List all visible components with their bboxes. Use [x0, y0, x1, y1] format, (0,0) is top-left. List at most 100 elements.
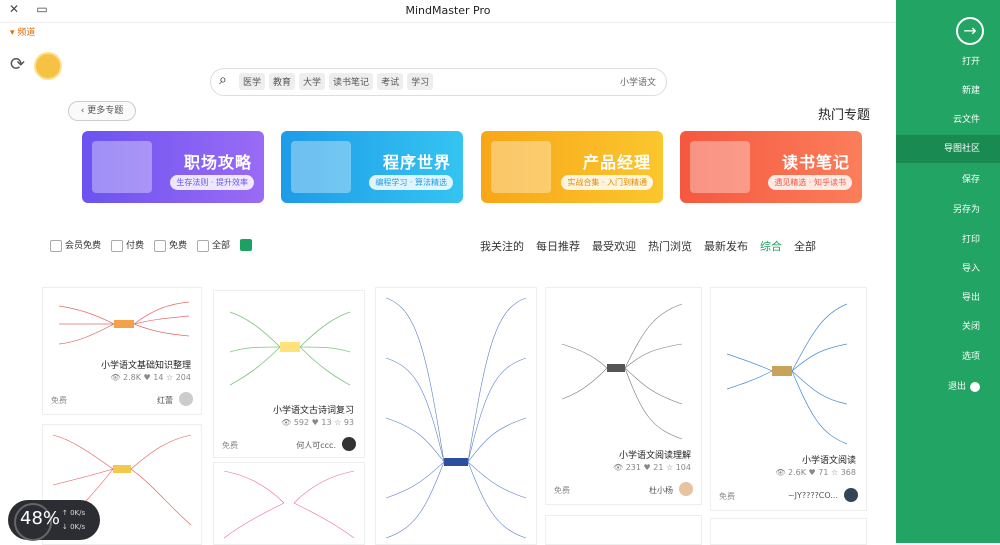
refresh-icon[interactable]: ⟳: [10, 54, 25, 75]
sidebar-item-save[interactable]: 保存: [896, 166, 1000, 194]
sidebar-item-options[interactable]: 选项: [896, 343, 1000, 371]
views-count: 2.6K: [788, 468, 806, 477]
sidebar-item-exit[interactable]: 退出: [896, 373, 1000, 401]
checkbox-checked[interactable]: [240, 238, 253, 251]
filter-member-free[interactable]: 会员免费: [50, 238, 101, 252]
author-avatar: [342, 437, 356, 451]
sidebar-item-import[interactable]: 导入: [896, 255, 1000, 283]
search-bar[interactable]: ⌕ 医学 教育 大学 读书笔记 考试 学习 小学语文: [210, 68, 667, 96]
views-count: 592: [293, 418, 310, 427]
banner-title: 程序世界: [382, 153, 451, 172]
banner-illustration: [491, 141, 551, 193]
filter-label: 全部: [212, 241, 231, 251]
author-name[interactable]: 杜小杨: [649, 485, 673, 496]
banner-reading[interactable]: 读书笔记 遇见精选 · 知乎读书: [680, 131, 862, 203]
price-label: 免费: [222, 441, 238, 450]
price-label: 免费: [51, 396, 67, 405]
checkbox[interactable]: [111, 239, 124, 252]
template-card[interactable]: 小学语文古诗词复习 👁 592 ♥ 13 ☆ 93 何人可ccc. 免费: [213, 290, 365, 458]
tab-comprehensive[interactable]: 综合: [760, 238, 782, 254]
tab-hot[interactable]: 热门浏览: [648, 238, 692, 254]
checkbox[interactable]: [197, 239, 210, 252]
search-tag[interactable]: 学习: [407, 73, 434, 90]
banner-title: 产品经理: [582, 153, 651, 172]
card-title: 小学语文阅读理解: [618, 451, 691, 461]
title-bar: ✕ ▭ MindMaster Pro: [0, 0, 896, 23]
usage-percent: 48%: [20, 508, 61, 529]
views-count: 231: [625, 463, 641, 472]
author-avatar: [179, 392, 193, 406]
card-title: 小学语文阅读: [801, 456, 856, 466]
checkbox[interactable]: [154, 239, 167, 252]
banner-subtitle: 生存法则 · 提升效率: [170, 175, 254, 190]
card-title: 小学语文基础知识整理: [100, 361, 191, 371]
tab-latest[interactable]: 最新发布: [704, 238, 748, 254]
sidebar-item-export[interactable]: 导出: [896, 284, 1000, 312]
template-card[interactable]: 小学语文阅读 👁 2.6K ♥ 71 ☆ 368 ~JY????CO... 免费: [710, 287, 867, 511]
search-icon[interactable]: ⌕: [219, 72, 227, 88]
favs-count: 204: [175, 373, 191, 382]
banner-subtitle: 遇见精选 · 知乎读书: [768, 175, 852, 190]
tab-following[interactable]: 我关注的: [480, 238, 524, 254]
channel-bar: ▾ 频道: [0, 22, 896, 40]
tab-daily[interactable]: 每日推荐: [536, 238, 580, 254]
sidebar-item-community[interactable]: 导图社区: [896, 135, 1000, 163]
avatar[interactable]: [34, 52, 62, 80]
card-stats: 👁 2.8K ♥ 14 ☆ 204: [110, 373, 191, 382]
author-name[interactable]: ~JY????CO...: [788, 491, 838, 500]
author-name[interactable]: 何人可ccc.: [296, 440, 336, 451]
tab-popular[interactable]: 最受欢迎: [592, 238, 636, 254]
template-card[interactable]: [213, 462, 365, 545]
category-tabs: 我关注的 每日推荐 最受欢迎 热门浏览 最新发布 综合 全部: [480, 238, 816, 254]
tab-all[interactable]: 全部: [794, 238, 816, 254]
template-card[interactable]: 小学语文基础知识整理 👁 2.8K ♥ 14 ☆ 204 红蕾 免费: [42, 287, 202, 415]
template-card[interactable]: [545, 515, 702, 545]
checkbox[interactable]: [50, 239, 62, 252]
search-tag[interactable]: 医学: [239, 73, 266, 90]
network-speed-widget[interactable]: 48% ↑ 0K/s ↓ 0K/s: [8, 500, 100, 541]
banner-career[interactable]: 职场攻略 生存法则 · 提升效率: [82, 131, 264, 203]
more-topics-button[interactable]: ‹ 更多专题: [68, 101, 136, 121]
filter-label: 付费: [126, 241, 145, 251]
banner-illustration: [291, 141, 351, 193]
mindmap-thumbnail: [717, 294, 860, 449]
sidebar-item-close[interactable]: 关闭: [896, 313, 1000, 341]
card-stats: 👁 2.6K ♥ 71 ☆ 368: [775, 468, 856, 477]
exit-label: 退出: [947, 382, 966, 392]
card-stats: 👁 231 ♥ 21 ☆ 104: [613, 463, 691, 472]
search-input[interactable]: 小学语文: [620, 75, 656, 88]
filter-paid[interactable]: 付费: [111, 238, 144, 252]
filter-free[interactable]: 免费: [154, 238, 187, 252]
likes-count: 71: [818, 468, 829, 477]
sidebar-item-new[interactable]: 新建: [896, 77, 1000, 105]
template-card[interactable]: 小学语文阅读理解 👁 231 ♥ 21 ☆ 104 杜小杨 免费: [545, 287, 702, 505]
search-tag[interactable]: 大学: [299, 73, 326, 90]
card-stats: 👁 592 ♥ 13 ☆ 93: [281, 418, 354, 427]
banner-title: 职场攻略: [183, 153, 252, 172]
sidebar-item-cloud[interactable]: 云文件: [896, 106, 1000, 134]
banner-product[interactable]: 产品经理 实战合集 · 入门到精通: [481, 131, 663, 203]
likes-count: 14: [153, 373, 164, 382]
mindmap-thumbnail: [552, 294, 695, 444]
sidebar-item-open[interactable]: 打开: [896, 48, 1000, 76]
search-tag[interactable]: 教育: [269, 73, 296, 90]
price-label: 免费: [719, 492, 735, 501]
channel-dropdown[interactable]: ▾ 频道: [10, 25, 35, 38]
sidebar-item-save-as[interactable]: 另存为: [896, 196, 1000, 224]
file-menu-sidebar: → 打开 新建 云文件 导图社区 保存 另存为 打印 导入 导出 关闭 选项 退…: [896, 0, 1000, 543]
filter-all[interactable]: 全部: [197, 238, 230, 252]
download-speed: 0K/s: [70, 523, 86, 531]
banner-programming[interactable]: 程序世界 编程学习 · 算法精选: [281, 131, 463, 203]
author-name[interactable]: 红蕾: [157, 395, 173, 406]
sidebar-item-print[interactable]: 打印: [896, 226, 1000, 254]
search-tag[interactable]: 读书笔记: [329, 73, 374, 90]
mindmap-thumbnail: [385, 297, 527, 539]
mindmap-thumbnail: [223, 470, 355, 539]
back-arrow-icon[interactable]: →: [956, 17, 984, 45]
template-card[interactable]: [710, 518, 867, 545]
author-avatar: [679, 482, 693, 496]
banner-illustration: [690, 141, 750, 193]
template-card-large[interactable]: [375, 287, 537, 545]
search-tag[interactable]: 考试: [377, 73, 404, 90]
price-label: 免费: [554, 486, 570, 495]
